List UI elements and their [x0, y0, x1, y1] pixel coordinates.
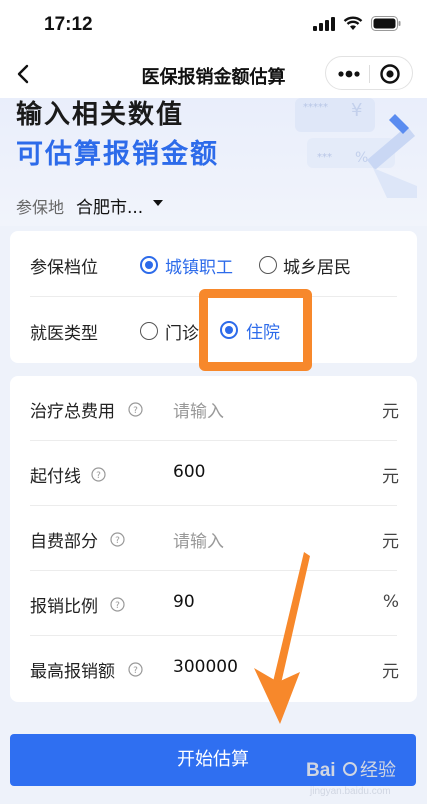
nav-bar: 医保报销金额估算 — [0, 50, 427, 98]
deductible-input[interactable]: 600 — [173, 462, 205, 482]
status-bar: 17:12 — [0, 0, 427, 50]
svg-text:?: ? — [133, 666, 138, 676]
svg-text:*****: ***** — [303, 102, 328, 113]
field-label: 最高报销额 — [30, 662, 115, 682]
field-row-self-paid: 自费部分 ? 请输入 元 — [10, 506, 417, 571]
help-icon[interactable]: ? — [128, 402, 143, 417]
radio-urban-rural-resident[interactable] — [259, 256, 277, 274]
hero-banner: 输入相关数值 可估算报销金额 ***** ¥ *** % 参保地 合肥市... — [0, 98, 427, 226]
watermark-paw-icon — [343, 762, 357, 776]
mini-program-capsule — [325, 56, 413, 90]
capsule-divider — [369, 65, 370, 83]
help-icon[interactable]: ? — [91, 467, 106, 482]
field-unit: % — [382, 592, 399, 612]
dropdown-icon[interactable] — [152, 198, 164, 208]
field-label: 治疗总费用 — [30, 402, 115, 422]
more-icon[interactable] — [336, 66, 362, 82]
field-label: 报销比例 — [30, 597, 98, 617]
radio-inpatient[interactable] — [220, 321, 238, 339]
field-unit: 元 — [382, 662, 399, 682]
field-unit: 元 — [382, 402, 399, 422]
insurance-tier-label: 参保档位 — [30, 258, 98, 278]
annotation-highlight-box: 住院 — [199, 289, 312, 371]
option-inpatient[interactable]: 住院 — [246, 318, 280, 343]
option-urban-employee[interactable]: 城镇职工 — [165, 253, 233, 278]
field-row-total-cost: 治疗总费用 ? 请输入 元 — [10, 376, 417, 441]
signal-icon — [313, 16, 335, 31]
hero-subheadline: 可估算报销金额 — [16, 139, 219, 170]
status-icons — [313, 16, 401, 31]
field-label: 自费部分 — [30, 532, 98, 552]
location-selector[interactable]: 合肥市... — [76, 193, 143, 218]
max-reimbursement-input[interactable]: 300000 — [173, 657, 238, 677]
svg-text:?: ? — [115, 536, 120, 546]
help-icon[interactable]: ? — [110, 597, 125, 612]
battery-icon — [371, 16, 401, 31]
field-unit: 元 — [382, 467, 399, 487]
field-label: 起付线 — [30, 467, 81, 487]
svg-text:?: ? — [115, 601, 120, 611]
location-label: 参保地 — [16, 198, 65, 217]
svg-text:?: ? — [96, 471, 101, 481]
hero-headline: 输入相关数值 — [16, 100, 185, 130]
annotation-arrow-icon — [254, 552, 310, 724]
help-icon[interactable]: ? — [128, 662, 143, 677]
self-paid-input[interactable]: 请输入 — [173, 527, 224, 552]
svg-text:***: *** — [317, 152, 332, 163]
field-row-deductible: 起付线 ? 600 元 — [10, 441, 417, 506]
watermark-suffix: 经验 — [360, 760, 396, 780]
field-unit: 元 — [382, 532, 399, 552]
radio-outpatient[interactable] — [140, 322, 158, 340]
wifi-icon — [343, 16, 363, 30]
help-icon[interactable]: ? — [110, 532, 125, 547]
status-time: 17:12 — [44, 14, 93, 35]
svg-text:%: % — [355, 150, 368, 166]
visit-type-label: 就医类型 — [30, 324, 98, 344]
baidu-watermark: Bai 经验 jingyan.baidu.com — [306, 760, 396, 797]
hero-illustration-icon: ***** ¥ *** % — [295, 98, 417, 198]
watermark-brand: Bai — [306, 760, 336, 781]
svg-text:¥: ¥ — [351, 100, 362, 121]
reimbursement-ratio-input[interactable]: 90 — [173, 592, 195, 612]
field-row-max-reimbursement: 最高报销额 ? 300000 元 — [10, 636, 417, 701]
option-outpatient[interactable]: 门诊 — [165, 319, 199, 344]
field-row-reimbursement-ratio: 报销比例 ? 90 % — [10, 571, 417, 636]
watermark-url: jingyan.baidu.com — [309, 786, 391, 797]
insurance-tier-row: 参保档位 城镇职工 城乡居民 — [10, 231, 417, 297]
svg-text:?: ? — [133, 406, 138, 416]
option-urban-rural-resident[interactable]: 城乡居民 — [283, 253, 351, 278]
total-cost-input[interactable]: 请输入 — [173, 397, 224, 422]
fields-card: 治疗总费用 ? 请输入 元 起付线 ? 600 元 自费部分 ? 请输入 元 报… — [10, 376, 417, 702]
close-icon[interactable] — [379, 63, 401, 85]
radio-urban-employee[interactable] — [140, 256, 158, 274]
